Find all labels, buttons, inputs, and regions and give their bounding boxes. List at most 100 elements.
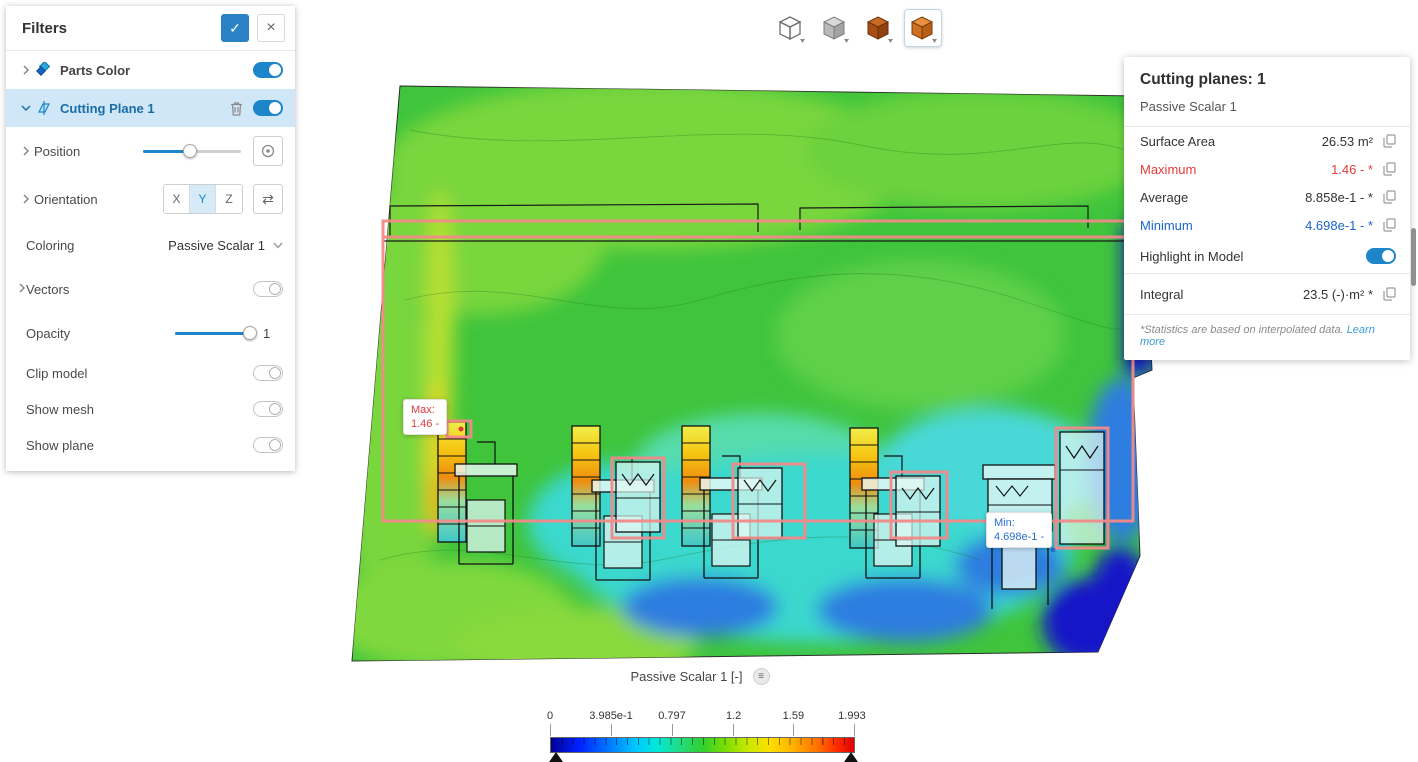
stat-value: 23.5 (-)·m² * bbox=[1302, 286, 1373, 302]
dropdown-caret-icon bbox=[932, 39, 937, 43]
opacity-slider[interactable] bbox=[175, 326, 257, 340]
delete-cutting-plane-button[interactable] bbox=[230, 101, 243, 116]
wireframe-cube-view-button[interactable] bbox=[772, 9, 810, 47]
result-cube-view-button[interactable] bbox=[904, 9, 942, 47]
trash-icon bbox=[231, 101, 242, 116]
color-scale-segments bbox=[551, 738, 854, 745]
opacity-slider-knob[interactable] bbox=[243, 326, 257, 340]
tick-mark bbox=[611, 724, 612, 736]
stat-label: Maximum bbox=[1140, 161, 1197, 177]
coloring-label: Coloring bbox=[26, 237, 75, 253]
chevron-right-icon bbox=[18, 280, 26, 298]
view-toolbar bbox=[772, 9, 942, 47]
color-scale-bar[interactable] bbox=[550, 737, 855, 753]
swap-arrows-icon: ⇄ bbox=[262, 190, 274, 207]
copy-button[interactable] bbox=[1383, 287, 1396, 301]
stat-label: Average bbox=[1140, 189, 1189, 205]
legend-menu-button[interactable]: ≡ bbox=[752, 668, 770, 685]
gray-cube-view-button[interactable] bbox=[816, 9, 854, 47]
clip-model-toggle[interactable] bbox=[253, 365, 283, 381]
tick-label: 1.993 bbox=[838, 710, 866, 722]
dropdown-caret-icon bbox=[800, 39, 805, 43]
show-plane-row: Show plane bbox=[6, 427, 295, 463]
dropdown-caret-icon bbox=[844, 39, 849, 43]
tick-label: 0 bbox=[546, 710, 554, 722]
highlight-in-model-toggle[interactable] bbox=[1366, 248, 1396, 264]
stat-value: 26.53 m² bbox=[1321, 133, 1373, 149]
copy-button[interactable] bbox=[1383, 162, 1396, 176]
filters-title: Filters bbox=[22, 19, 68, 37]
show-plane-toggle[interactable] bbox=[253, 437, 283, 453]
copy-icon bbox=[1383, 162, 1396, 176]
chevron-down-icon bbox=[273, 242, 283, 249]
stats-subtitle: Passive Scalar 1 bbox=[1140, 99, 1237, 114]
copy-icon bbox=[1383, 190, 1396, 204]
stat-row-surface-area: Surface Area 26.53 m² bbox=[1124, 127, 1410, 155]
copy-icon bbox=[1383, 287, 1396, 301]
min-point-marker bbox=[1050, 547, 1056, 553]
legend-tick-labels: 0 3.985e-1 0.797 1.2 1.59 1.993 bbox=[546, 710, 866, 724]
axis-z-button[interactable]: Z bbox=[216, 185, 242, 213]
position-label: Position bbox=[34, 143, 81, 159]
tick-mark bbox=[854, 724, 855, 736]
vectors-toggle[interactable] bbox=[253, 281, 283, 297]
footnote-text: *Statistics are based on interpolated da… bbox=[1140, 324, 1347, 336]
tick-label: 1.2 bbox=[725, 710, 742, 722]
flip-orientation-button[interactable]: ⇄ bbox=[253, 184, 283, 214]
range-handle-min[interactable] bbox=[549, 752, 563, 762]
cutting-plane-toggle[interactable] bbox=[253, 100, 283, 116]
min-value-callout: Min: 4.698e-1 - bbox=[986, 512, 1053, 548]
cutting-plane-icon bbox=[34, 100, 54, 116]
coloring-dropdown[interactable]: Passive Scalar 1 bbox=[168, 238, 283, 253]
max-value-callout: Max: 1.46 - bbox=[403, 399, 448, 435]
filters-header: Filters ✓ × bbox=[6, 6, 295, 50]
filter-label-parts-color: Parts Color bbox=[60, 62, 131, 78]
dropdown-caret-icon bbox=[888, 39, 893, 43]
max-callout-label: Max: bbox=[411, 404, 435, 416]
chevron-right-icon bbox=[18, 194, 34, 204]
filter-label-cutting-plane: Cutting Plane 1 bbox=[60, 100, 155, 116]
orientation-row: Orientation X Y Z ⇄ bbox=[6, 175, 295, 223]
vectors-row: Vectors bbox=[6, 267, 295, 311]
model-cube-view-button[interactable] bbox=[860, 9, 898, 47]
filter-item-parts-color[interactable]: Parts Color bbox=[6, 51, 295, 89]
stat-label: Minimum bbox=[1140, 217, 1193, 233]
coloring-value: Passive Scalar 1 bbox=[168, 237, 265, 253]
stat-row-average: Average 8.858e-1 - * bbox=[1124, 183, 1410, 211]
position-slider-knob[interactable] bbox=[183, 144, 198, 158]
axis-y-button[interactable]: Y bbox=[190, 185, 216, 213]
clip-model-label: Clip model bbox=[26, 365, 88, 381]
close-filters-button[interactable]: × bbox=[257, 14, 285, 42]
scrollbar-thumb[interactable] bbox=[1411, 228, 1416, 286]
copy-button[interactable] bbox=[1383, 134, 1396, 148]
stat-value: 1.46 - * bbox=[1331, 161, 1373, 177]
copy-button[interactable] bbox=[1383, 190, 1396, 204]
tick-label: 1.59 bbox=[782, 710, 805, 722]
max-point-marker bbox=[458, 426, 464, 432]
copy-button[interactable] bbox=[1383, 218, 1396, 232]
opacity-row: Opacity 1 bbox=[6, 311, 295, 355]
dark-orange-cube-icon bbox=[866, 16, 893, 43]
apply-filters-button[interactable]: ✓ bbox=[221, 14, 249, 42]
position-slider[interactable] bbox=[143, 144, 241, 158]
orientation-label: Orientation bbox=[34, 191, 98, 207]
axis-x-button[interactable]: X bbox=[164, 185, 190, 213]
filter-item-cutting-plane[interactable]: Cutting Plane 1 bbox=[6, 89, 295, 127]
stats-footnote: *Statistics are based on interpolated da… bbox=[1124, 315, 1410, 360]
copy-icon bbox=[1383, 218, 1396, 232]
opacity-value: 1 bbox=[263, 325, 271, 341]
tick-mark bbox=[550, 724, 551, 736]
legend-title: Passive Scalar 1 [-] bbox=[630, 669, 743, 684]
chevron-right-icon bbox=[18, 65, 34, 75]
stat-value: 8.858e-1 - * bbox=[1305, 189, 1373, 205]
legend-title-row: Passive Scalar 1 [-] ≡ bbox=[420, 668, 980, 685]
opacity-label: Opacity bbox=[26, 325, 71, 341]
show-mesh-toggle[interactable] bbox=[253, 401, 283, 417]
min-callout-value: 4.698e-1 - bbox=[994, 531, 1045, 543]
show-mesh-label: Show mesh bbox=[26, 401, 94, 417]
cutting-plane-surface bbox=[351, 85, 1153, 662]
range-handle-max[interactable] bbox=[844, 752, 858, 762]
show-plane-label: Show plane bbox=[26, 437, 94, 453]
parts-color-toggle[interactable] bbox=[253, 62, 283, 78]
center-position-button[interactable] bbox=[253, 136, 283, 166]
